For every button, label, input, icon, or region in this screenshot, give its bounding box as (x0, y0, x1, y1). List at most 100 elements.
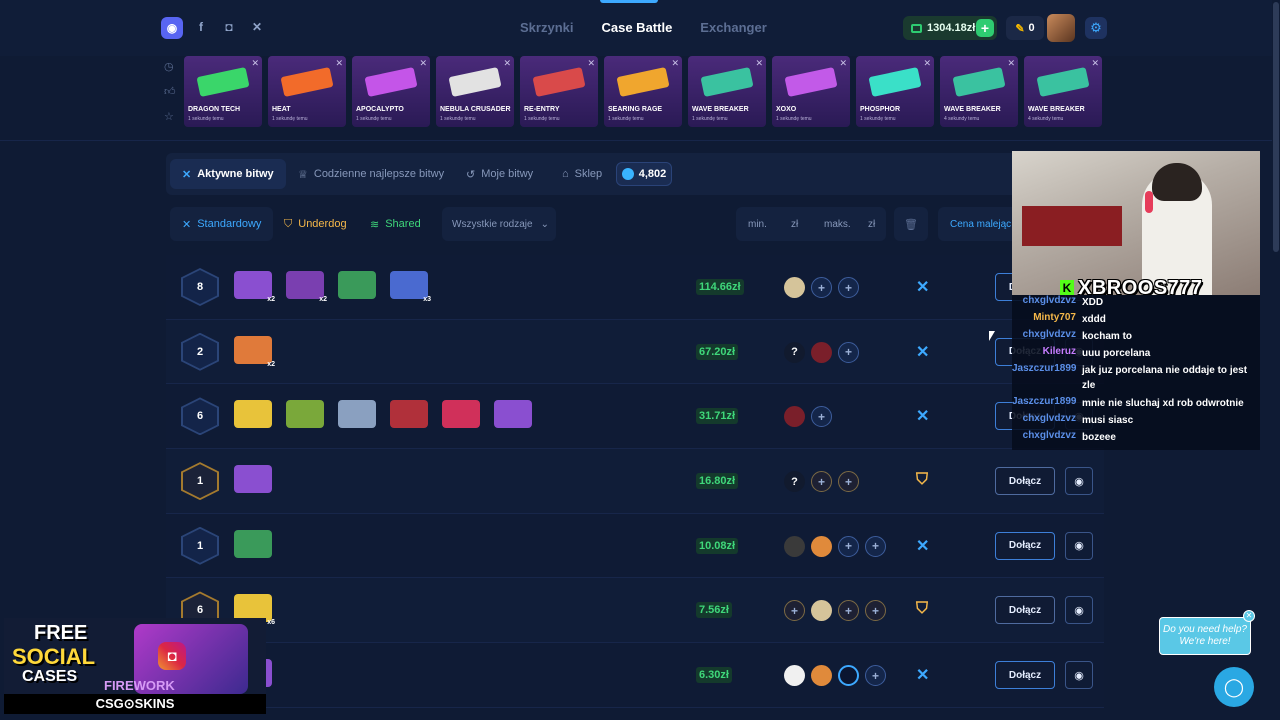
eye-icon[interactable]: ◉ (1065, 467, 1093, 496)
scrollbar-thumb[interactable] (1273, 2, 1279, 252)
drop-item[interactable]: ✕ XOXO 1 sekundę temu (772, 56, 850, 127)
battle-list: 8x2x2x3114.66zł++✕Dołącz◉2x267.20zł?+✕Do… (166, 255, 1104, 708)
close-icon[interactable]: ✕ (1091, 58, 1099, 69)
close-icon[interactable]: ✕ (503, 58, 511, 69)
join-button[interactable]: Dołącz (995, 661, 1055, 690)
weapon-image (868, 67, 922, 97)
thumbs-up-icon[interactable]: 👍︎ (164, 85, 176, 98)
drop-name: WAVE BREAKER (692, 106, 749, 113)
add-player-button[interactable]: + (838, 277, 859, 298)
help-bubble[interactable]: Do you need help? We're here! (1159, 617, 1251, 655)
chat-bubble-icon[interactable]: ◯ (1214, 667, 1254, 707)
drop-item[interactable]: ✕ NEBULA CRUSADER 1 sekundę temu (436, 56, 514, 127)
drop-item[interactable]: ✕ WAVE BREAKER 4 sekundy temu (1024, 56, 1102, 127)
close-icon[interactable]: ✕ (671, 58, 679, 69)
add-player-button[interactable]: + (811, 277, 832, 298)
chat-text: mnie nie sluchaj xd rob odwrotnie (1082, 398, 1244, 409)
add-player-button[interactable]: + (865, 600, 886, 622)
eye-icon[interactable]: ◉ (1065, 531, 1093, 560)
scrollbar[interactable] (1272, 0, 1280, 720)
add-player-button[interactable]: + (838, 600, 859, 622)
join-button[interactable]: Dołącz (995, 467, 1055, 496)
rounds-count: 6 (183, 399, 217, 434)
instagram-icon[interactable]: ◘ (219, 17, 239, 37)
battle-price: 31.71zł (696, 408, 739, 425)
chat-text: bozeee (1082, 432, 1116, 443)
join-button[interactable]: Dołącz (995, 596, 1055, 625)
max-price-input[interactable]: maks. (824, 219, 851, 230)
promo-banner[interactable]: ◘ FREE SOCIAL CASES FIREWORK CSG⊙SKINS (4, 618, 266, 714)
drop-item[interactable]: ✕ HEAT 1 sekundę temu (268, 56, 346, 127)
filter-standard[interactable]: ✕ Standardowy (170, 207, 274, 241)
nav-cases[interactable]: Skrzynki (520, 20, 573, 35)
drop-item[interactable]: ✕ PHOSPHOR 1 sekundę temu (856, 56, 934, 127)
drop-item[interactable]: ✕ WAVE BREAKER 1 sekundę temu (688, 56, 766, 127)
coins-display[interactable]: ✎ 0 (1006, 16, 1044, 40)
tab-label: Moje bitwy (481, 168, 534, 180)
close-icon[interactable]: ✕ (587, 58, 595, 69)
tab-shop[interactable]: ⌂ Sklep (550, 159, 614, 189)
star-icon[interactable]: ☆ (164, 110, 176, 123)
instagram-icon: ◘ (158, 642, 186, 670)
case-multiplier: x2 (267, 360, 275, 368)
weapon-image (280, 67, 334, 97)
filter-underdog[interactable]: ⛉ Underdog (272, 207, 359, 241)
drop-item[interactable]: ✕ SEARING RAGE 1 sekundę temu (604, 56, 682, 127)
trash-icon[interactable]: 🗑︎ (894, 207, 928, 241)
battle-row: 1 10.08zł + + ✕ Dołącz ◉ (166, 513, 1104, 579)
type-select[interactable]: Wszystkie rodzaje ⌄ (442, 207, 556, 241)
add-player-button[interactable]: + (784, 600, 805, 622)
sort-value: Cena malejąc (950, 218, 1012, 230)
facebook-icon[interactable]: f (191, 17, 211, 37)
gems-balance[interactable]: 4,802 (616, 162, 672, 186)
streamer-name: XBROOS777 (1078, 277, 1203, 295)
tab-my-battles[interactable]: ↺ Moje bitwy (454, 159, 545, 189)
close-icon[interactable]: ✕ (923, 58, 931, 69)
min-price-input[interactable]: min. (748, 219, 767, 230)
main-nav: Skrzynki Case Battle Exchanger (520, 20, 767, 35)
tab-daily-best[interactable]: ♕ Codzienne najlepsze bitwy (286, 159, 456, 189)
join-button[interactable]: Dołącz (995, 531, 1055, 560)
add-player-button[interactable]: + (838, 535, 859, 557)
close-icon[interactable]: ✕ (1243, 610, 1255, 622)
tab-active-battles[interactable]: ✕ Aktywne bitwy (170, 159, 286, 189)
case-icon: x2 (234, 335, 275, 368)
balance-display[interactable]: 1304.18zł + (903, 16, 997, 40)
drop-time: 1 sekundę temu (356, 116, 392, 122)
close-icon[interactable]: ✕ (755, 58, 763, 69)
filter-shared[interactable]: ≋ Shared (358, 207, 433, 241)
drop-item[interactable]: ✕ APOCALYPTO 1 sekundę temu (352, 56, 430, 127)
nav-case-battle[interactable]: Case Battle (601, 20, 672, 35)
case-list (234, 529, 272, 558)
add-player-button[interactable]: + (811, 471, 832, 493)
case-list (234, 400, 532, 429)
close-icon[interactable]: ✕ (839, 58, 847, 69)
shield-icon: ⛉ (284, 217, 293, 230)
add-player-button[interactable]: + (865, 535, 886, 557)
eye-icon[interactable]: ◉ (1065, 596, 1093, 625)
eye-icon[interactable]: ◉ (1065, 661, 1093, 690)
drop-item[interactable]: ✕ WAVE BREAKER 4 sekundy temu (940, 56, 1018, 127)
currency-label: zł (868, 219, 876, 230)
discord-icon[interactable]: ◉ (161, 17, 183, 39)
drop-time: 4 sekundy temu (1028, 116, 1064, 122)
add-player-button[interactable]: + (811, 406, 832, 428)
x-icon[interactable]: ✕ (247, 17, 267, 37)
rounds-count: 8 (183, 270, 217, 304)
add-player-button[interactable]: + (838, 341, 859, 363)
add-player-button[interactable]: + (865, 665, 886, 687)
close-icon[interactable]: ✕ (251, 58, 259, 69)
promo-line-1: FREE (34, 622, 88, 644)
close-icon[interactable]: ✕ (419, 58, 427, 69)
player-avatar (784, 406, 805, 428)
drop-item[interactable]: ✕ DRAGON TECH 1 sekundę temu (184, 56, 262, 127)
drop-item[interactable]: ✕ RE-ENTRY 1 sekundę temu (520, 56, 598, 127)
close-icon[interactable]: ✕ (335, 58, 343, 69)
clock-icon[interactable]: ◷ (164, 60, 176, 73)
close-icon[interactable]: ✕ (1007, 58, 1015, 69)
gear-icon[interactable]: ⚙ (1085, 17, 1107, 39)
add-player-button[interactable]: + (838, 471, 859, 493)
deposit-button[interactable]: + (976, 19, 994, 37)
nav-exchanger[interactable]: Exchanger (700, 20, 766, 35)
user-avatar[interactable] (1047, 14, 1075, 42)
